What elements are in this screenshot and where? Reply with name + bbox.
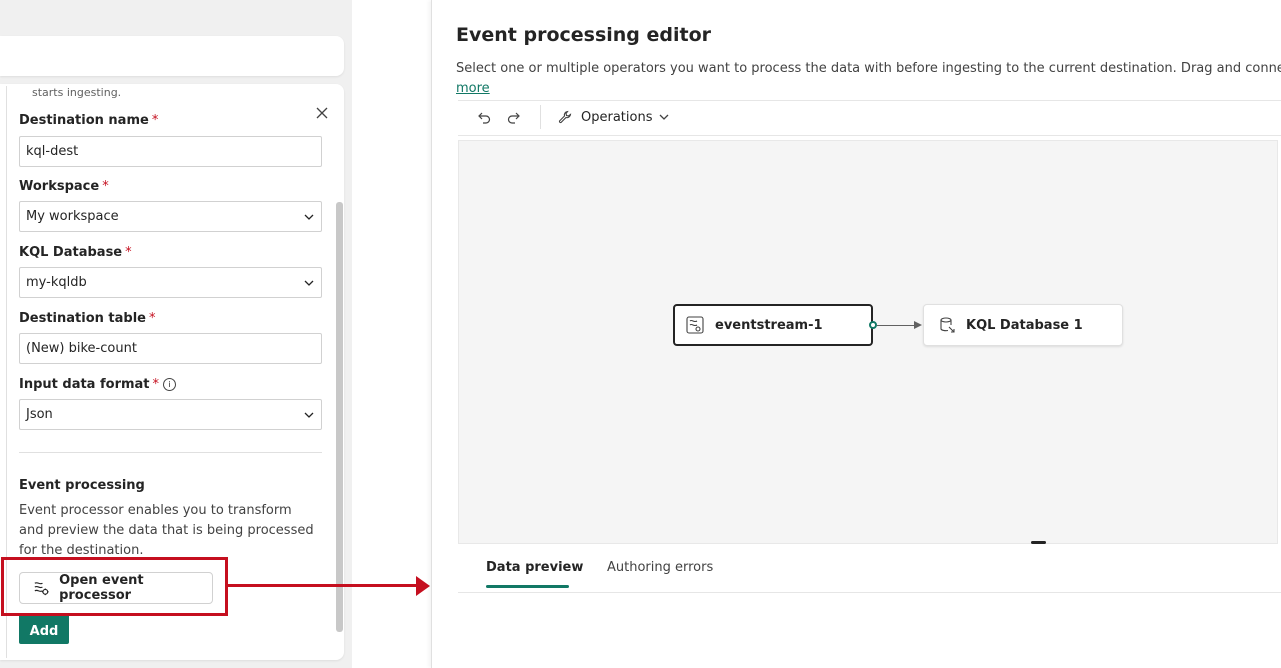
- kql-database-destination-node[interactable]: KQL Database 1: [923, 304, 1123, 346]
- eventstream-source-node[interactable]: eventstream-1: [673, 304, 873, 346]
- destination-table-label: Destination table *: [19, 311, 156, 326]
- chevron-down-icon: [660, 114, 669, 120]
- redo-icon[interactable]: [506, 110, 522, 126]
- kql-database-node-label: KQL Database 1: [966, 317, 1083, 333]
- highlight-arrow-head: [416, 576, 430, 596]
- kql-database-label: KQL Database *: [19, 245, 132, 260]
- input-data-format-label: Input data format * i: [19, 377, 177, 392]
- highlight-arrow-line: [228, 584, 418, 587]
- editor-title: Event processing editor: [456, 24, 712, 46]
- event-processor-icon: [34, 582, 49, 596]
- ingest-hint-text: starts ingesting.: [32, 86, 122, 99]
- tab-authoring-errors[interactable]: Authoring errors: [607, 560, 713, 575]
- toolbar-separator: [540, 105, 541, 129]
- input-data-format-value: Json: [26, 407, 53, 422]
- form-scrollbar[interactable]: [336, 202, 343, 632]
- operations-dropdown[interactable]: Operations: [557, 109, 678, 125]
- wrench-icon: [558, 110, 572, 124]
- destination-name-value: kql-dest: [26, 144, 79, 159]
- top-card: [0, 36, 344, 76]
- workspace-label: Workspace *: [19, 179, 109, 194]
- open-event-processor-label: Open event processor: [59, 573, 144, 603]
- connector-arrow: [914, 321, 922, 329]
- destination-table-input[interactable]: (New) bike-count: [19, 333, 322, 364]
- info-icon[interactable]: i: [163, 378, 177, 391]
- section-divider: [19, 452, 322, 453]
- learn-more-link[interactable]: more: [456, 81, 490, 96]
- output-port[interactable]: [869, 321, 877, 329]
- workspace-value: My workspace: [26, 209, 119, 224]
- kql-database-value: my-kqldb: [26, 275, 87, 290]
- eventstream-icon: [686, 316, 704, 334]
- event-processing-description: Event processor enables you to transform…: [19, 503, 314, 558]
- chevron-down-icon: [304, 412, 314, 418]
- eventstream-node-label: eventstream-1: [715, 317, 823, 333]
- tab-data-preview[interactable]: Data preview: [486, 560, 583, 575]
- database-icon: [940, 317, 955, 333]
- editor-description: Select one or multiple operators you wan…: [456, 61, 1281, 76]
- destination-name-input[interactable]: kql-dest: [19, 136, 322, 167]
- workspace-select[interactable]: My workspace: [19, 201, 322, 232]
- chevron-down-icon: [304, 214, 314, 220]
- active-tab-indicator: [486, 585, 569, 588]
- input-data-format-select[interactable]: Json: [19, 399, 322, 430]
- form-left-border: [6, 86, 7, 658]
- chevron-down-icon: [304, 280, 314, 286]
- add-button[interactable]: Add: [19, 614, 69, 644]
- connector-line: [877, 325, 915, 326]
- open-event-processor-button[interactable]: Open event processor: [19, 572, 213, 604]
- kql-database-select[interactable]: my-kqldb: [19, 267, 322, 298]
- close-icon[interactable]: [312, 103, 332, 123]
- destination-table-value: (New) bike-count: [26, 341, 137, 356]
- destination-name-label: Destination name *: [19, 113, 159, 128]
- event-processing-title: Event processing: [19, 478, 145, 493]
- undo-icon[interactable]: [476, 110, 492, 126]
- operations-label: Operations: [581, 109, 653, 125]
